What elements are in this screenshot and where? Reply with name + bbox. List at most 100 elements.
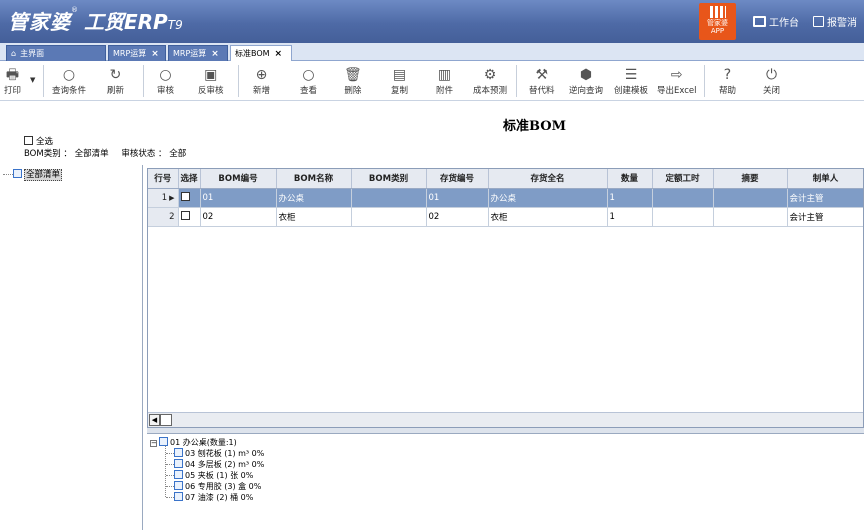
audit-button[interactable]: ○ 审核 xyxy=(157,67,174,96)
bom-tree-child[interactable]: 05 夹板 (1) 张 0% xyxy=(166,470,253,481)
help-label: 帮助 xyxy=(719,86,737,96)
unaudit-button[interactable]: ▣ 反审核 xyxy=(198,67,224,96)
bom-tree-child[interactable]: 06 专用胶 (3) 盒 0% xyxy=(166,481,261,492)
tree-node-icon xyxy=(13,169,22,178)
app-qr-badge[interactable]: 管家婆 APP xyxy=(699,3,736,40)
workbench-button[interactable]: 工作台 xyxy=(753,14,799,29)
scroll-thumb[interactable] xyxy=(160,414,172,426)
col-header[interactable]: 定额工时 xyxy=(652,169,714,189)
create-template-button[interactable]: ☰ 创建模板 xyxy=(614,67,648,96)
scroll-left-icon[interactable]: ◀ xyxy=(149,414,160,426)
tree-node-icon xyxy=(174,481,183,490)
tab-mrp-1-label: MRP运算 xyxy=(113,49,147,58)
col-header[interactable]: 选择 xyxy=(178,169,201,189)
toolbar-separator xyxy=(704,65,705,97)
bom-code-cell: 02 xyxy=(200,207,277,227)
tab-home[interactable]: ⌂ 主界面 xyxy=(6,45,106,61)
attachment-button[interactable]: ▥ 附件 xyxy=(436,67,453,96)
print-label: 打印 xyxy=(4,86,22,96)
help-button[interactable]: ? 帮助 xyxy=(719,67,736,96)
delete-button[interactable]: 🗑 删除 xyxy=(344,67,362,96)
bom-type-cell xyxy=(351,188,427,208)
bom-tree-child[interactable]: 04 多层板 (2) m³ 0% xyxy=(166,459,264,470)
bom-tree-root[interactable]: − 01 办公桌(数量:1) xyxy=(150,437,237,448)
export-excel-button[interactable]: ⇨ 导出Excel xyxy=(657,67,697,96)
bom-type-cell xyxy=(351,207,427,227)
reverse-query-label: 逆向查询 xyxy=(569,86,604,96)
inv-code-cell: 01 xyxy=(426,188,489,208)
print-dropdown[interactable]: ▼ xyxy=(30,75,35,85)
tab-mrp-2[interactable]: MRP运算 × xyxy=(168,45,228,61)
query-condition-button[interactable]: ○ 查询条件 xyxy=(52,67,86,96)
printer-icon: 🖶 xyxy=(5,67,20,83)
collapse-icon[interactable]: − xyxy=(150,440,157,447)
qty-cell: 1 xyxy=(607,207,653,227)
substitute-label: 替代料 xyxy=(529,86,555,96)
bom-tree-root-label: 01 办公桌(数量:1) xyxy=(170,438,237,447)
tree-node-icon xyxy=(159,437,168,446)
col-header[interactable]: BOM类别 xyxy=(351,169,427,189)
col-header[interactable]: 行号 xyxy=(148,169,179,189)
row-number-cell: 1 ▶ xyxy=(148,188,179,208)
close-button[interactable]: ⏻ 关闭 xyxy=(763,67,780,96)
tree-node-icon xyxy=(174,492,183,501)
horizontal-scrollbar[interactable]: ◀ xyxy=(148,412,863,427)
gear-icon: ⚙ xyxy=(483,67,497,83)
select-cell[interactable] xyxy=(178,207,201,227)
search-icon: ○ xyxy=(62,67,76,83)
view-button[interactable]: ○ 查看 xyxy=(300,67,317,96)
export-excel-label: 导出Excel xyxy=(657,86,697,96)
cost-forecast-button[interactable]: ⚙ 成本预测 xyxy=(473,67,507,96)
home-icon: ⌂ xyxy=(11,49,17,58)
new-button[interactable]: ⊕ 新增 xyxy=(253,67,270,96)
row-checkbox[interactable] xyxy=(180,211,190,220)
grid-header-row: 行号 选择 BOM编号 BOM名称 BOM类别 存货编号 存货全名 数量 定额工… xyxy=(148,169,863,189)
bom-tree-child[interactable]: 03 刨花板 (1) m³ 0% xyxy=(166,448,264,459)
tab-bar: ⌂ 主界面 MRP运算 × MRP运算 × 标准BOM × xyxy=(0,43,864,62)
close-icon[interactable]: × xyxy=(275,49,283,59)
table-row[interactable]: 2 02 衣柜 02 衣柜 1 会计主管 xyxy=(148,207,863,227)
bom-type-value: 全部清单 xyxy=(74,149,109,159)
row-checkbox[interactable] xyxy=(180,192,190,201)
substitute-button[interactable]: ⚒ 替代料 xyxy=(529,67,555,96)
copy-button[interactable]: ▤ 复制 xyxy=(391,67,408,96)
unaudit-label: 反审核 xyxy=(198,86,224,96)
bom-tree-child[interactable]: 07 油漆 (2) 桶 0% xyxy=(166,492,253,503)
cube-icon: ⬢ xyxy=(579,67,593,83)
category-tree-panel: 全部清单 xyxy=(0,165,143,530)
close-icon[interactable]: × xyxy=(151,49,159,59)
col-header[interactable]: 摘要 xyxy=(713,169,788,189)
bom-grid: 行号 选择 BOM编号 BOM名称 BOM类别 存货编号 存货全名 数量 定额工… xyxy=(147,168,864,428)
export-icon: ⇨ xyxy=(670,67,683,83)
memo-cell xyxy=(713,188,788,208)
delete-label: 删除 xyxy=(344,86,362,96)
select-all-checkbox[interactable]: 全选 xyxy=(24,136,186,148)
col-header[interactable]: 制单人 xyxy=(787,169,863,189)
report-button[interactable]: 报警消 xyxy=(813,14,857,29)
select-cell[interactable] xyxy=(178,188,201,208)
col-header[interactable]: 数量 xyxy=(607,169,653,189)
toolbar-separator xyxy=(238,65,239,97)
col-header[interactable]: BOM编号 xyxy=(200,169,277,189)
hours-cell xyxy=(652,188,714,208)
trash-icon: 🗑 xyxy=(344,67,362,83)
audit-status-label: 审核状态 ： xyxy=(121,149,167,159)
print-button[interactable]: 🖶 打印 xyxy=(4,67,21,96)
reverse-query-button[interactable]: ⬢ 逆向查询 xyxy=(569,67,603,96)
col-header[interactable]: BOM名称 xyxy=(276,169,352,189)
refresh-button[interactable]: ↻ 刷新 xyxy=(107,67,124,96)
close-icon[interactable]: × xyxy=(211,49,219,59)
tab-standard-bom[interactable]: 标准BOM × xyxy=(230,45,292,62)
add-icon: ⊕ xyxy=(255,67,268,83)
tab-mrp-1[interactable]: MRP运算 × xyxy=(108,45,166,61)
audit-status-value: 全部 xyxy=(169,149,187,159)
col-header[interactable]: 存货编号 xyxy=(426,169,489,189)
page-title: 标准BOM xyxy=(503,119,566,134)
tree-node-all[interactable]: 全部清单 xyxy=(3,168,63,181)
bom-name-cell: 办公桌 xyxy=(276,188,352,208)
row-number-cell: 2 xyxy=(148,207,179,227)
list-icon: ☰ xyxy=(624,67,638,83)
refresh-label: 刷新 xyxy=(107,86,125,96)
table-row[interactable]: 1 ▶ 01 办公桌 01 办公桌 1 会计主管 xyxy=(148,188,863,208)
col-header[interactable]: 存货全名 xyxy=(488,169,608,189)
